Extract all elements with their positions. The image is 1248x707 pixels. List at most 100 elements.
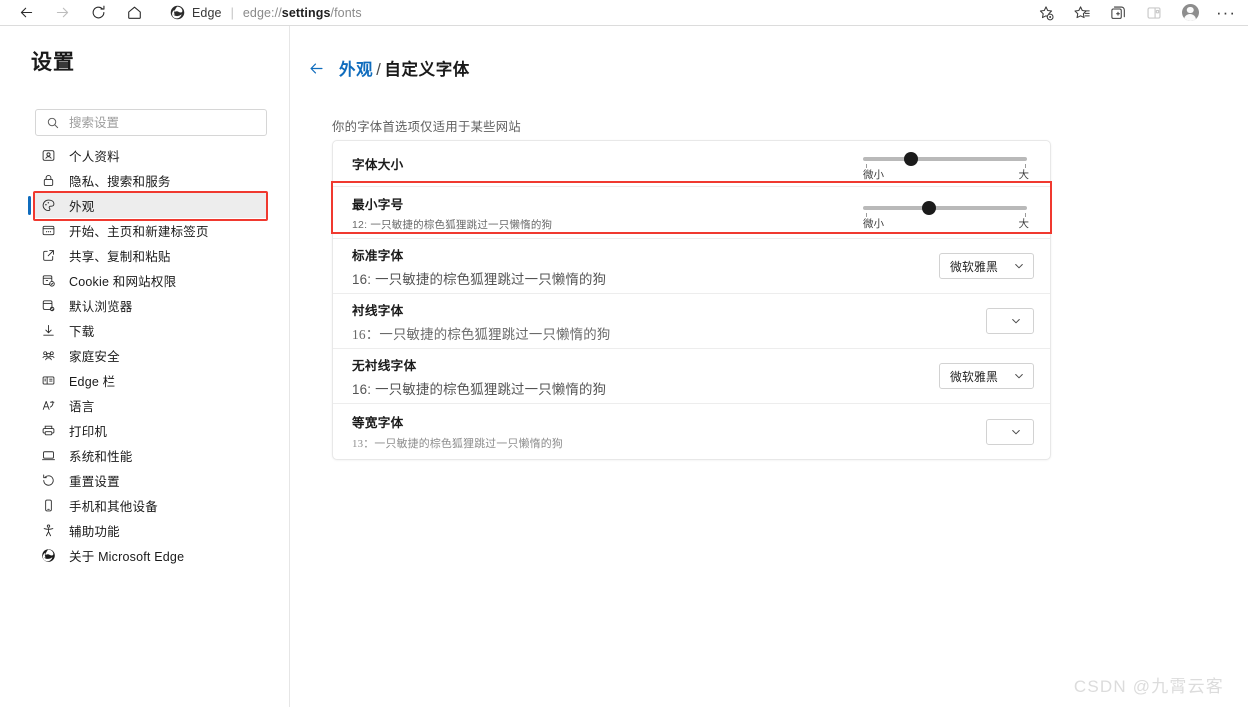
window-icon	[40, 222, 57, 239]
search-icon	[47, 117, 59, 128]
sidebar-item-downloads[interactable]: 下载	[33, 318, 268, 343]
standard-font-select[interactable]: 微软雅黑	[939, 253, 1034, 279]
setting-sample-text: 12: 一只敏捷的棕色狐狸跳过一只懒惰的狗	[352, 218, 553, 231]
url-bold: settings	[281, 5, 331, 20]
refresh-button[interactable]	[80, 1, 116, 25]
chevron-down-icon	[1010, 426, 1022, 438]
sidebar-item-appearance[interactable]: 外观	[28, 193, 268, 218]
chevron-down-icon	[1010, 315, 1022, 327]
sidebar-item-cookies[interactable]: Cookie 和网站权限	[33, 268, 268, 293]
fonts-settings-card: 字体大小 微小 大 最小字号 12: 一只敏捷的棕色狐狸跳过一只懒惰的狗 微小 …	[332, 140, 1051, 460]
setting-title: 标准字体	[352, 248, 404, 263]
sidebar-item-phone[interactable]: 手机和其他设备	[33, 493, 268, 518]
sidebar-item-label: Edge 栏	[69, 375, 116, 389]
avatar	[1181, 4, 1199, 21]
sidebar-item-family-safety[interactable]: 家庭安全	[33, 343, 268, 368]
slider-thumb[interactable]	[922, 200, 937, 215]
url-suffix: /fonts	[330, 5, 362, 20]
toolbar-right-buttons: ···	[1028, 0, 1244, 25]
default-browser-icon	[40, 297, 57, 314]
search-settings-box[interactable]	[35, 109, 267, 136]
minimum-font-size-slider[interactable]: 微小 大	[863, 196, 1029, 230]
sidebar-item-printers[interactable]: 打印机	[33, 418, 268, 443]
sidebar-item-share[interactable]: 共享、复制和粘贴	[33, 243, 268, 268]
sidebar-item-default-browser[interactable]: 默认浏览器	[33, 293, 268, 318]
breadcrumb-text: 外观 / 自定义字体	[339, 56, 470, 80]
profile-button[interactable]	[1172, 0, 1208, 25]
sidebar-item-label: 重置设置	[69, 475, 120, 489]
edge-logo-icon	[40, 547, 57, 564]
sidebar-item-startup[interactable]: 开始、主页和新建标签页	[33, 218, 268, 243]
add-favorite-button[interactable]	[1028, 0, 1064, 25]
sidebar-item-label: 打印机	[69, 425, 108, 439]
palette-icon	[40, 197, 57, 214]
watermark: CSDN @九霄云客	[1073, 677, 1224, 696]
fonts-subtitle: 你的字体首选项仅适用于某些网站	[332, 120, 521, 134]
setting-row-minimum-font-size: 最小字号 12: 一只敏捷的棕色狐狸跳过一只懒惰的狗 微小 大	[333, 187, 1050, 239]
collections-button[interactable]	[1100, 0, 1136, 25]
omnibox-url: edge://settings/fonts	[243, 6, 362, 20]
row-text: 字体大小	[352, 154, 404, 173]
edge-bar-icon	[40, 372, 57, 389]
cookie-permissions-icon	[40, 272, 57, 289]
printer-icon	[40, 422, 57, 439]
setting-title: 字体大小	[352, 158, 404, 172]
split-screen-button[interactable]	[1136, 0, 1172, 25]
setting-title: 等宽字体	[352, 416, 404, 430]
setting-sample-text: 16: 一只敏捷的棕色狐狸跳过一只懒惰的狗	[352, 271, 607, 287]
select-value: 微软雅黑	[950, 259, 998, 274]
slider-thumb[interactable]	[904, 151, 919, 166]
sidebar-item-label: 手机和其他设备	[69, 500, 158, 514]
row-text: 无衬线字体 16: 一只敏捷的棕色狐狸跳过一只懒惰的狗	[352, 355, 606, 398]
navigation-buttons	[0, 1, 152, 25]
sidebar-item-reset[interactable]: 重置设置	[33, 468, 268, 493]
slider-min-label: 微小	[863, 168, 884, 181]
setting-sample-text: 13：一只敏捷的棕色狐狸跳过一只懒惰的狗	[352, 438, 563, 450]
search-input[interactable]	[69, 115, 256, 130]
sans-serif-font-select[interactable]: 微软雅黑	[939, 363, 1034, 389]
sidebar-item-accessibility[interactable]: 辅助功能	[33, 518, 268, 543]
back-arrow-icon[interactable]	[308, 60, 325, 77]
setting-title: 无衬线字体	[352, 358, 417, 373]
setting-title: 最小字号	[352, 197, 404, 212]
sidebar-item-profile[interactable]: 个人资料	[33, 143, 268, 168]
sidebar-item-label: 外观	[69, 200, 95, 214]
sidebar-item-label: 系统和性能	[69, 450, 133, 464]
breadcrumb-parent[interactable]: 外观	[339, 61, 373, 79]
url-prefix: edge://	[242, 5, 282, 20]
breadcrumb: 外观 / 自定义字体	[308, 56, 470, 80]
fixed-width-font-select[interactable]	[986, 418, 1034, 445]
slider-track[interactable]	[863, 205, 1027, 210]
sidebar-item-label: 隐私、搜索和服务	[69, 175, 171, 189]
sidebar-item-languages[interactable]: 语言	[33, 393, 268, 418]
edge-logo-icon	[170, 5, 185, 20]
more-dots-icon: ···	[1216, 2, 1236, 22]
setting-row-font-size: 字体大小 微小 大	[333, 141, 1050, 187]
download-icon	[40, 322, 57, 339]
serif-font-select[interactable]	[986, 308, 1034, 334]
sidebar-item-label: 开始、主页和新建标签页	[69, 225, 209, 239]
sidebar-item-privacy[interactable]: 隐私、搜索和服务	[33, 168, 268, 193]
browser-toolbar: Edge | edge://settings/fonts ···	[0, 0, 1248, 25]
sidebar-item-label: Cookie 和网站权限	[69, 275, 177, 289]
back-button[interactable]	[8, 1, 44, 25]
breadcrumb-separator: /	[376, 61, 382, 79]
more-options-button[interactable]: ···	[1208, 0, 1244, 25]
sidebar-item-about-edge[interactable]: 关于 Microsoft Edge	[33, 543, 268, 568]
favorites-button[interactable]	[1064, 0, 1100, 25]
share-icon	[40, 247, 57, 264]
sidebar-item-system[interactable]: 系统和性能	[33, 443, 268, 468]
font-size-slider[interactable]: 微小 大	[863, 147, 1029, 181]
forward-button[interactable]	[44, 1, 80, 25]
sidebar-item-edge-bar[interactable]: Edge 栏	[33, 368, 268, 393]
sidebar-item-label: 语言	[69, 400, 95, 414]
setting-sample-text: 16: 一只敏捷的棕色狐狸跳过一只懒惰的狗	[352, 381, 607, 397]
address-bar[interactable]: Edge | edge://settings/fonts	[160, 0, 1040, 25]
sidebar-item-label: 辅助功能	[69, 525, 120, 539]
system-icon	[40, 447, 57, 464]
slider-track[interactable]	[863, 156, 1027, 161]
setting-sample-text: 16：一只敏捷的棕色狐狸跳过一只懒惰的狗	[352, 326, 611, 342]
row-text: 衬线字体 16：一只敏捷的棕色狐狸跳过一只懒惰的狗	[352, 300, 610, 343]
language-icon	[40, 397, 57, 414]
home-button[interactable]	[116, 1, 152, 25]
